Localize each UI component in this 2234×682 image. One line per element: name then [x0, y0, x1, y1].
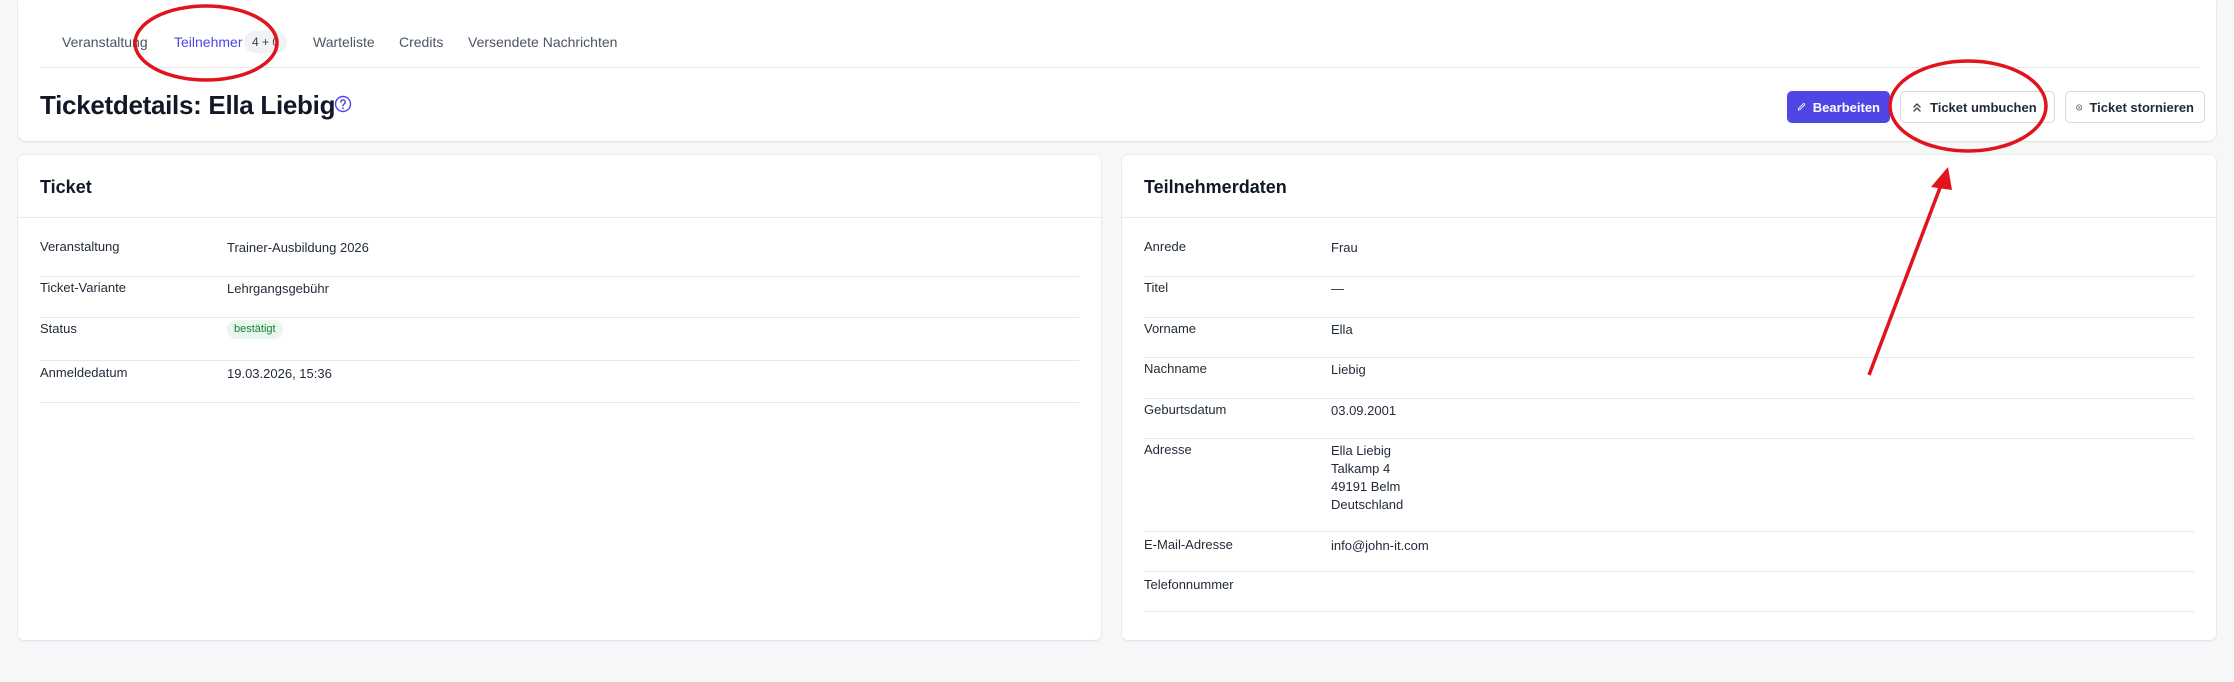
detail-value: bestätigt [227, 319, 283, 339]
pencil-icon [1797, 103, 1806, 111]
participant-card-title: Teilnehmerdaten [1122, 155, 2216, 218]
rebook-ticket-button[interactable]: Ticket umbuchen [1900, 91, 2055, 123]
participant-count-badge: 4 + 0 [244, 31, 288, 53]
detail-value: info@john-it.com [1331, 538, 1429, 553]
participant-card: Teilnehmerdaten Anrede Frau Titel — Vorn… [1122, 155, 2216, 640]
tab-bar: Veranstaltung Teilnehmer 4 + 0 Wartelist… [40, 0, 2200, 68]
header-card: Veranstaltung Teilnehmer 4 + 0 Wartelist… [18, 0, 2216, 141]
detail-label: Vorname [1144, 321, 1197, 336]
address-value: Ella Liebig Talkamp 4 49191 Belm Deutsch… [1331, 442, 1403, 514]
edit-button-label: Bearbeiten [1812, 99, 1880, 115]
tab-versendete-nachrichten[interactable]: Versendete Nachrichten [468, 34, 617, 50]
rebook-ticket-label: Ticket umbuchen [1930, 99, 2037, 115]
detail-label: Status [40, 321, 77, 336]
tab-teilnehmer[interactable]: Teilnehmer [174, 34, 242, 50]
page-title: Ticketdetails: Ella Liebig [40, 90, 336, 120]
cancel-ticket-label: Ticket stornieren [2089, 99, 2194, 115]
detail-row: Nachname Liebig [1144, 358, 2194, 399]
detail-row: Anmeldedatum 19.03.2026, 15:36 [40, 361, 1079, 403]
detail-label: Nachname [1144, 361, 1207, 376]
detail-value: Liebig [1331, 362, 1366, 377]
detail-value: Frau [1331, 240, 1358, 255]
address-line: Talkamp 4 [1331, 461, 1391, 476]
detail-label: Anmeldedatum [40, 365, 128, 380]
detail-row: Geburtsdatum 03.09.2001 [1144, 399, 2194, 439]
detail-row: Status bestätigt [40, 318, 1079, 361]
detail-value: Ella [1331, 322, 1353, 337]
detail-row: Vorname Ella [1144, 318, 2194, 358]
detail-value: Lehrgangsgebühr [227, 281, 329, 296]
edit-button[interactable]: Bearbeiten [1787, 91, 1890, 123]
detail-value: Trainer-Ausbildung 2026 [227, 240, 369, 255]
detail-label: Telefonnummer [1144, 577, 1234, 592]
detail-row: Anrede Frau [1144, 239, 2194, 277]
detail-label: Veranstaltung [40, 239, 120, 254]
detail-label: E-Mail-Adresse [1144, 537, 1233, 552]
address-line: Ella Liebig [1331, 443, 1391, 458]
tab-credits[interactable]: Credits [399, 34, 443, 50]
tab-veranstaltung[interactable]: Veranstaltung [62, 34, 148, 50]
detail-row: Titel — [1144, 277, 2194, 318]
detail-label: Adresse [1144, 442, 1192, 457]
address-line: Deutschland [1331, 497, 1404, 512]
address-line: 49191 Belm [1331, 479, 1401, 494]
ticket-card: Ticket Veranstaltung Trainer-Ausbildung … [18, 155, 1101, 640]
detail-value: 03.09.2001 [1331, 403, 1397, 418]
detail-row: Ticket-Variante Lehrgangsgebühr [40, 277, 1079, 318]
status-badge: bestätigt [227, 320, 283, 339]
chevrons-up-icon [1913, 103, 1921, 112]
detail-value: 19.03.2026, 15:36 [227, 366, 332, 381]
detail-value: — [1331, 281, 1344, 296]
detail-label: Titel [1144, 280, 1169, 295]
circle-x-icon [2076, 104, 2083, 110]
detail-row: Adresse Ella Liebig Talkamp 4 49191 Belm… [1144, 439, 2194, 532]
detail-label: Anrede [1144, 239, 1186, 254]
detail-row: E-Mail-Adresse info@john-it.com [1144, 532, 2194, 572]
detail-label: Ticket-Variante [40, 280, 126, 295]
help-icon[interactable] [334, 95, 352, 113]
cancel-ticket-button[interactable]: Ticket stornieren [2065, 91, 2205, 123]
detail-row: Veranstaltung Trainer-Ausbildung 2026 [40, 239, 1079, 277]
detail-row: Telefonnummer [1144, 572, 2194, 612]
ticket-card-title: Ticket [18, 155, 1101, 218]
tab-warteliste[interactable]: Warteliste [313, 34, 375, 50]
detail-label: Geburtsdatum [1144, 402, 1227, 417]
